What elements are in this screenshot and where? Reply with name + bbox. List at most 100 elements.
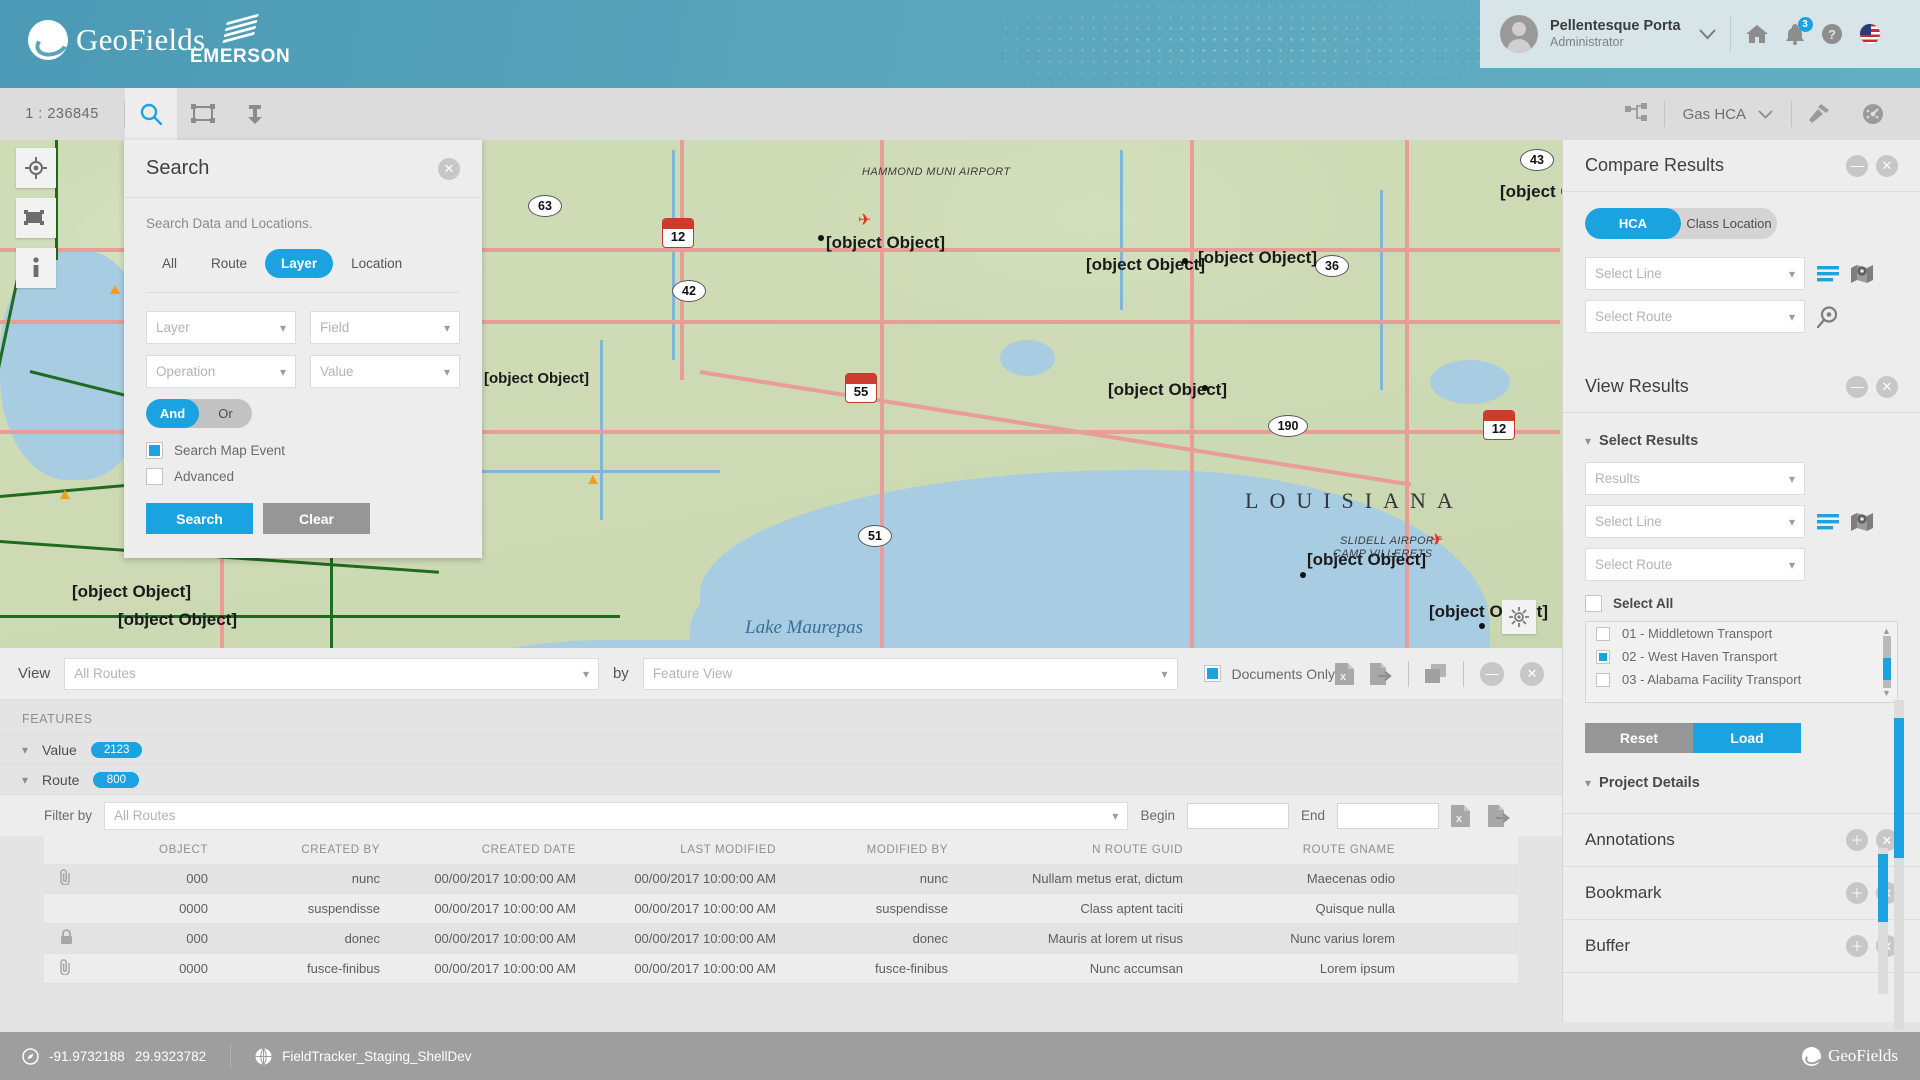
info-icon[interactable] (16, 248, 56, 288)
field-select[interactable]: Field ▾ (310, 311, 460, 344)
begin-input[interactable] (1186, 802, 1289, 829)
table-row[interactable]: 000 nunc 00/00/2017 10:00:00 AM 00/00/20… (44, 864, 1518, 894)
operation-select[interactable]: Operation ▾ (146, 355, 296, 388)
list-scrollbar[interactable]: ▲ ▼ (1881, 626, 1893, 698)
clear-button[interactable]: Clear (263, 503, 370, 534)
col-created-by[interactable]: CREATED BY (208, 844, 380, 856)
results-list[interactable]: 01 - Middletown Transport 02 - West Have… (1585, 621, 1898, 703)
search-scope-all[interactable]: All (146, 249, 193, 278)
gauge-icon[interactable] (1846, 88, 1900, 140)
logic-or-button[interactable]: Or (199, 399, 252, 428)
col-created-date[interactable]: CREATED DATE (380, 844, 576, 856)
attachment-icon[interactable] (44, 959, 88, 978)
language-flag-icon[interactable] (1858, 23, 1881, 45)
network-tree-icon[interactable] (1610, 88, 1664, 140)
search-location-icon[interactable] (1817, 305, 1839, 328)
close-icon[interactable]: ✕ (1876, 154, 1898, 177)
export-file-icon[interactable] (1370, 662, 1392, 685)
view-route-select[interactable]: Select Route ▾ (1585, 548, 1805, 581)
avatar[interactable] (1500, 15, 1538, 53)
table-scrollbar[interactable] (1878, 848, 1888, 994)
list-lines-icon[interactable] (1817, 513, 1839, 530)
search-button[interactable]: Search (146, 503, 253, 534)
col-modified-by[interactable]: MODIFIED BY (776, 844, 948, 856)
value-select[interactable]: Value ▾ (310, 355, 460, 388)
view-line-select[interactable]: Select Line ▾ (1585, 505, 1805, 538)
minimize-icon[interactable]: — (1846, 154, 1868, 177)
select-all-checkbox[interactable] (1585, 595, 1602, 612)
features-scrollbar[interactable] (1894, 700, 1904, 1030)
export-file-icon[interactable] (1488, 804, 1510, 827)
table-row[interactable]: 0000 fusce-finibus 00/00/2017 10:00:00 A… (44, 954, 1518, 984)
geofields-logo[interactable]: GeoFields (28, 20, 205, 60)
module-selector[interactable]: Gas HCA (1665, 106, 1791, 123)
emerson-logo[interactable]: EMERSON (190, 13, 290, 68)
documents-only-checkbox[interactable] (1203, 665, 1221, 682)
map-settings-icon[interactable] (1502, 600, 1536, 634)
tab-pin[interactable] (229, 88, 281, 140)
filter-route-select[interactable]: All Routes ▾ (104, 801, 1129, 830)
feature-row-route[interactable]: ▾ Route 800 (0, 764, 1562, 794)
minimize-icon[interactable]: — (1846, 375, 1868, 398)
locate-icon[interactable] (16, 148, 56, 188)
chevron-down-icon[interactable] (1698, 28, 1716, 40)
result-checkbox[interactable] (1596, 672, 1610, 687)
reset-button[interactable]: Reset (1585, 723, 1693, 753)
table-row[interactable]: 000 donec 00/00/2017 10:00:00 AM 00/00/2… (44, 924, 1518, 954)
tab-search[interactable] (125, 88, 177, 140)
add-icon[interactable]: ＋ (1846, 882, 1868, 904)
accordion-buffer[interactable]: Buffer ＋ ✕ (1563, 919, 1920, 972)
home-icon[interactable] (1745, 23, 1769, 45)
copy-icon[interactable] (1425, 663, 1447, 684)
add-icon[interactable]: ＋ (1846, 829, 1868, 851)
list-item[interactable]: 03 - Alabama Facility Transport (1586, 668, 1897, 691)
list-lines-icon[interactable] (1817, 265, 1839, 282)
view-route-filter-select[interactable]: All Routes ▾ (64, 657, 599, 690)
compare-tab-class-location[interactable]: Class Location (1681, 208, 1777, 239)
list-item[interactable]: 02 - West Haven Transport (1586, 645, 1897, 668)
advanced-checkbox[interactable] (146, 468, 163, 485)
map-pin-icon[interactable] (1851, 264, 1873, 284)
search-scope-location[interactable]: Location (335, 249, 418, 278)
search-scope-route[interactable]: Route (195, 249, 263, 278)
map-pin-icon[interactable] (1851, 512, 1873, 532)
list-item[interactable]: 01 - Middletown Transport (1586, 622, 1897, 645)
compare-line-select[interactable]: Select Line ▾ (1585, 257, 1805, 290)
col-n-route-guid[interactable]: N ROUTE GUID (948, 844, 1183, 856)
col-object[interactable]: OBJECT (88, 844, 208, 856)
search-scope-layer[interactable]: Layer (265, 249, 334, 278)
end-input[interactable] (1337, 802, 1439, 829)
accordion-bookmark[interactable]: Bookmark ＋ ✕ (1563, 866, 1920, 919)
add-icon[interactable]: ＋ (1846, 935, 1868, 957)
results-select[interactable]: Results ▾ (1585, 462, 1805, 495)
load-button[interactable]: Load (1693, 723, 1801, 753)
col-route-gname[interactable]: ROUTE GNAME (1183, 844, 1395, 856)
hammer-icon[interactable] (1792, 88, 1846, 140)
result-checkbox[interactable] (1596, 649, 1610, 664)
select-results-section[interactable]: ▾ Select Results (1585, 433, 1898, 449)
tab-select-box[interactable] (177, 88, 229, 140)
attachment-icon[interactable] (44, 869, 88, 888)
help-icon[interactable]: ? (1821, 23, 1843, 45)
export-excel-icon[interactable]: x (1335, 662, 1355, 685)
close-icon[interactable]: ✕ (438, 157, 460, 180)
project-details-section[interactable]: ▾ Project Details (1585, 775, 1898, 791)
export-excel-icon[interactable]: x (1451, 804, 1470, 827)
result-checkbox[interactable] (1596, 626, 1610, 641)
minimize-icon[interactable]: — (1480, 661, 1505, 686)
compare-tab-hca[interactable]: HCA (1585, 208, 1681, 239)
logic-and-button[interactable]: And (146, 399, 199, 428)
accordion-annotations[interactable]: Annotations ＋ ✕ (1563, 813, 1920, 866)
compare-route-select[interactable]: Select Route ▾ (1585, 300, 1805, 333)
close-icon[interactable]: ✕ (1876, 375, 1898, 398)
search-map-event-checkbox[interactable] (146, 442, 163, 459)
close-icon[interactable]: ✕ (1520, 661, 1545, 686)
lock-icon[interactable] (44, 929, 88, 948)
table-row[interactable]: 0000 suspendisse 00/00/2017 10:00:00 AM … (44, 894, 1518, 924)
layer-select[interactable]: Layer ▾ (146, 311, 296, 344)
feature-row-value[interactable]: ▾ Value 2123 (0, 734, 1562, 764)
bell-icon[interactable]: 3 (1785, 17, 1813, 45)
extent-icon[interactable] (16, 198, 56, 238)
col-last-modified[interactable]: LAST MODIFIED (576, 844, 776, 856)
view-feature-select[interactable]: Feature View ▾ (642, 657, 1178, 690)
